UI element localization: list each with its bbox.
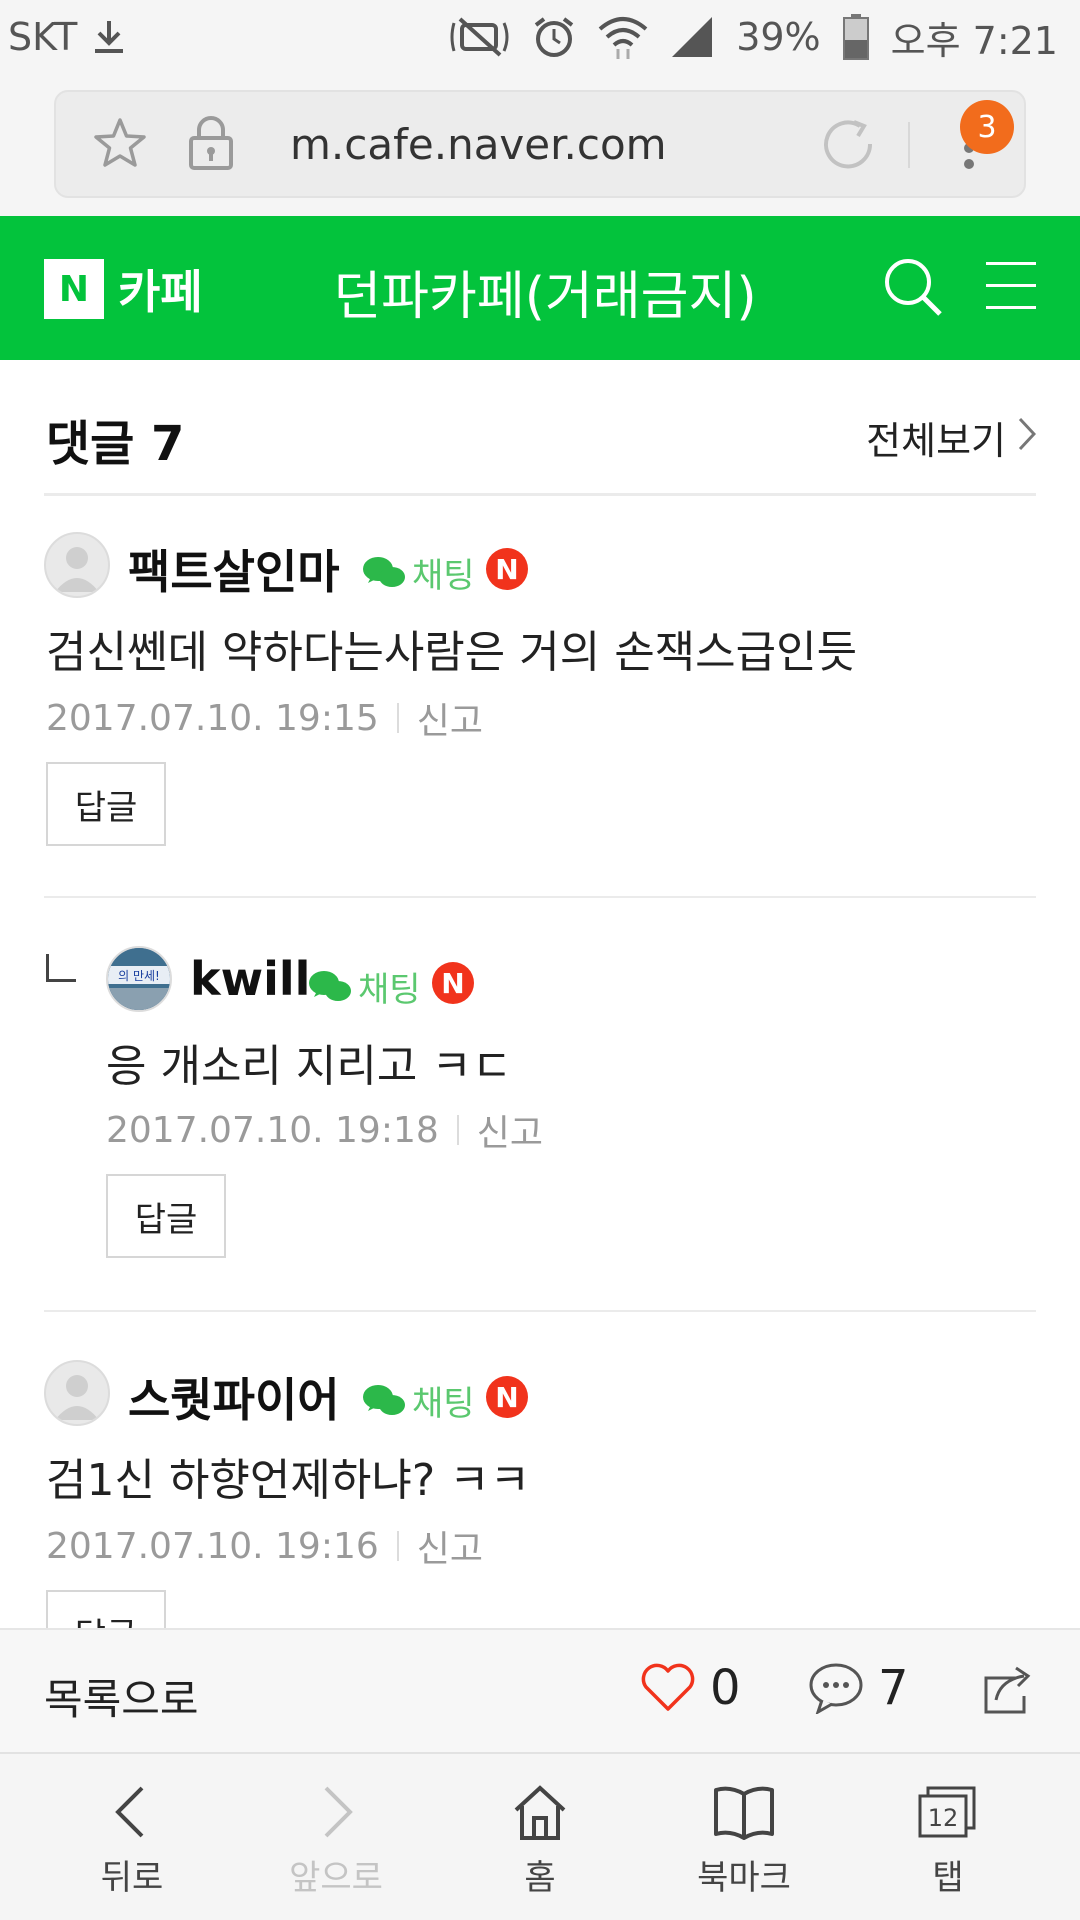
reply-button[interactable]: 답글	[46, 762, 166, 846]
comment-count-title: 댓글 7	[46, 416, 185, 472]
comments-header: 댓글 7 전체보기	[44, 360, 1037, 496]
chat-bubble-icon	[363, 1384, 405, 1415]
report-link[interactable]: 신고	[477, 1104, 543, 1156]
comment-author[interactable]: 팩트살인마	[128, 536, 340, 602]
alarm-icon	[532, 15, 576, 59]
reply-button[interactable]: 답글	[106, 1174, 226, 1258]
reload-icon[interactable]	[820, 116, 876, 176]
naver-cafe-logo[interactable]: N 카페	[44, 256, 203, 322]
report-link[interactable]: 신고	[417, 1520, 483, 1572]
speech-bubble-icon	[809, 1663, 863, 1714]
carrier-label: SKT	[8, 15, 78, 59]
mute-icon	[450, 15, 510, 59]
reply-button[interactable]: 답글	[46, 1590, 166, 1628]
cafe-header: N 카페 던파카페(거래금지)	[0, 216, 1080, 360]
browser-toolbar: m.cafe.naver.com 3	[0, 74, 1080, 216]
home-icon	[514, 1785, 566, 1840]
address-bar[interactable]: m.cafe.naver.com 3	[54, 90, 1026, 198]
avatar[interactable]: 의 만세!	[106, 946, 172, 1012]
chat-bubble-icon	[309, 970, 351, 1001]
comment-count: 7	[878, 1660, 909, 1716]
nav-bookmarks-label: 북마크	[697, 1858, 791, 1898]
comments-button[interactable]: 7	[808, 1660, 909, 1716]
chevron-left-icon	[115, 1786, 144, 1838]
lock-icon	[186, 114, 236, 176]
download-icon	[91, 17, 127, 57]
svg-text:의 만세!: 의 만세!	[118, 969, 160, 983]
comment-meta: 2017.07.10. 19:18 신고	[106, 1104, 543, 1156]
chat-link[interactable]: 채팅	[308, 962, 421, 1011]
comment-meta: 2017.07.10. 19:16 신고	[46, 1520, 483, 1572]
view-all-label: 전체보기	[866, 419, 1006, 463]
signal-icon	[670, 15, 714, 59]
comment-item-reply: 의 만세! kwill 채팅 N 응 개소리 지리고 ㅋㄷ 2017.07.10…	[44, 898, 1036, 1312]
comment-text: 응 개소리 지리고 ㅋㄷ	[106, 1041, 513, 1092]
battery-percent: 39%	[736, 15, 821, 59]
nav-tabs-label: 탭	[932, 1858, 964, 1898]
wifi-icon	[598, 15, 648, 59]
comment-date: 2017.07.10. 19:16	[46, 1525, 379, 1567]
tabs-icon: 12	[918, 1786, 976, 1838]
article-action-bar: 목록으로 0 7	[0, 1628, 1080, 1752]
reply-indent-icon	[46, 954, 76, 982]
avatar[interactable]	[44, 1360, 110, 1426]
status-bar: SKT 39% 오후 7:21	[0, 0, 1080, 74]
new-badge: N	[432, 962, 474, 1004]
bookmark-star-icon[interactable]	[92, 116, 148, 176]
meta-divider	[396, 703, 399, 733]
battery-icon	[842, 14, 869, 60]
new-badge: N	[486, 1376, 528, 1418]
nav-back-label: 뒤로	[100, 1858, 164, 1898]
comment-item: 팩트살인마 채팅 N 검신쎈데 약하다는사람은 거의 손잭스급인듯 2017.0…	[44, 496, 1036, 898]
report-link[interactable]: 신고	[417, 692, 483, 744]
comment-date: 2017.07.10. 19:15	[46, 697, 379, 739]
nav-home-button[interactable]: 홈	[460, 1782, 620, 1899]
browser-bottom-nav: 뒤로 앞으로 홈 북마크 12 탭	[0, 1752, 1080, 1920]
chat-label: 채팅	[358, 970, 421, 1010]
chat-link[interactable]: 채팅	[362, 1376, 475, 1425]
address-bar-divider	[908, 122, 910, 168]
clock: 오후 7:21	[890, 18, 1058, 63]
cafe-label: 카페	[118, 265, 203, 319]
book-icon	[714, 1786, 774, 1840]
cafe-title[interactable]: 던파카페(거래금지)	[300, 254, 790, 329]
like-button[interactable]: 0	[640, 1660, 741, 1716]
url-text[interactable]: m.cafe.naver.com	[290, 120, 667, 169]
chat-bubble-icon	[363, 556, 405, 587]
share-icon[interactable]	[976, 1664, 1034, 1720]
avatar[interactable]	[44, 532, 110, 598]
chat-link[interactable]: 채팅	[362, 548, 475, 597]
meta-divider	[396, 1531, 399, 1561]
nav-tabs-button[interactable]: 12 탭	[868, 1782, 1028, 1899]
chat-label: 채팅	[412, 556, 475, 596]
svg-text:12: 12	[928, 1804, 959, 1832]
comment-meta: 2017.07.10. 19:15 신고	[46, 692, 483, 744]
search-icon[interactable]	[882, 256, 944, 322]
comment-text: 검신쎈데 약하다는사람은 거의 손잭스급인듯	[46, 627, 858, 678]
comment-item: 스퀏파이어 채팅 N 검1신 하향언제하냐? ㅋㅋ 2017.07.10. 19…	[44, 1312, 1036, 1628]
comment-date: 2017.07.10. 19:18	[106, 1109, 439, 1151]
chat-label: 채팅	[412, 1384, 475, 1424]
nav-home-label: 홈	[524, 1858, 556, 1898]
nav-forward-label: 앞으로	[289, 1858, 383, 1898]
nav-forward-button[interactable]: 앞으로	[256, 1782, 416, 1899]
meta-divider	[456, 1115, 459, 1145]
back-to-list-link[interactable]: 목록으로	[44, 1666, 199, 1727]
comment-author[interactable]: 스퀏파이어	[128, 1364, 340, 1430]
new-badge: N	[486, 548, 528, 590]
tab-count-badge[interactable]: 3	[960, 100, 1014, 154]
hamburger-menu-icon[interactable]	[986, 260, 1036, 316]
nav-bookmarks-button[interactable]: 북마크	[664, 1782, 824, 1899]
naver-n-logo: N	[44, 259, 104, 319]
comment-text: 검1신 하향언제하냐? ㅋㅋ	[46, 1455, 531, 1506]
view-all-link[interactable]: 전체보기	[866, 410, 1037, 465]
nav-back-button[interactable]: 뒤로	[52, 1782, 212, 1899]
heart-icon	[641, 1663, 695, 1711]
comment-author[interactable]: kwill	[190, 952, 310, 1006]
chevron-right-icon	[324, 1786, 353, 1838]
like-count: 0	[710, 1660, 741, 1716]
chevron-right-icon	[1018, 416, 1037, 460]
